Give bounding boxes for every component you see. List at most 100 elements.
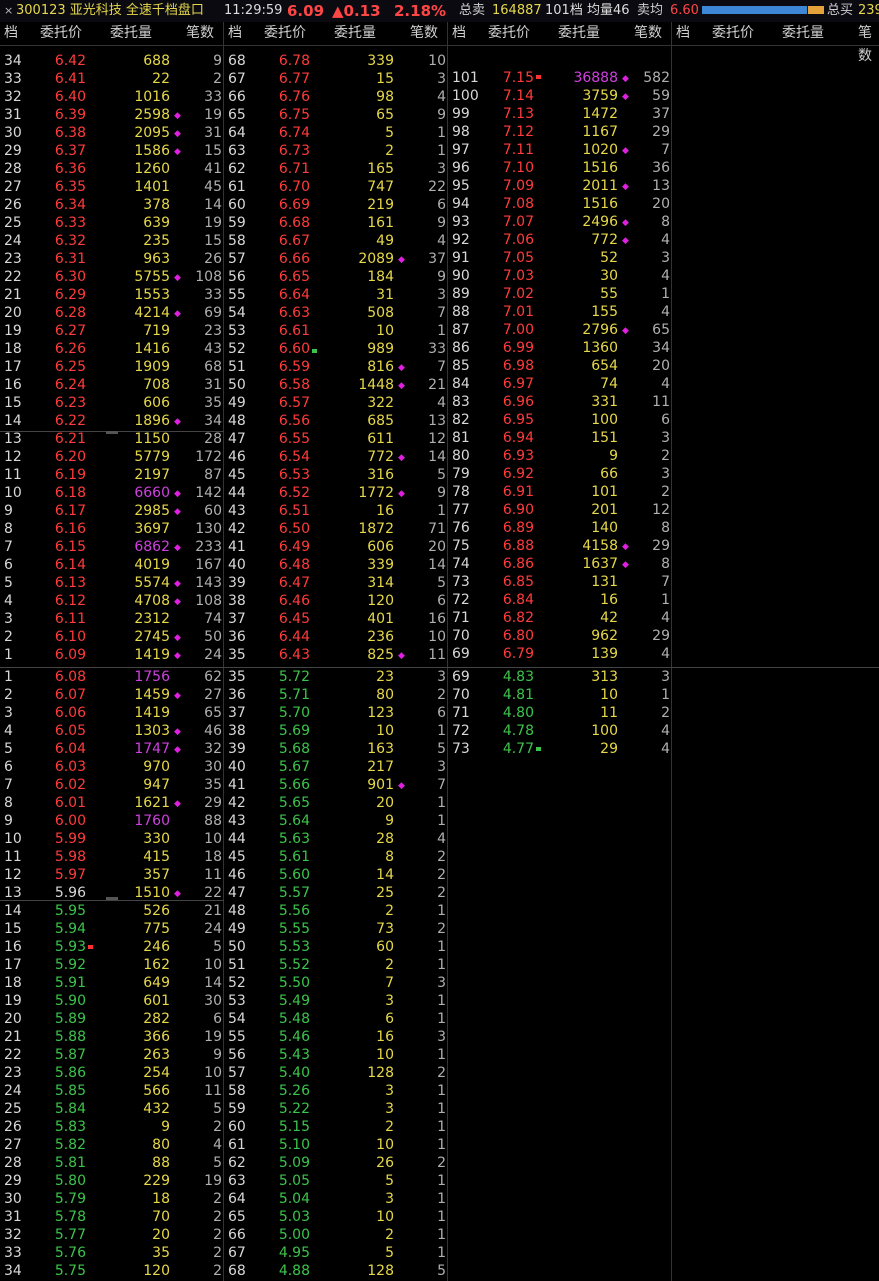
ask-row[interactable]: 33 6.41 22 2 [0,70,224,88]
bid-row[interactable]: 57 5.40 128 2 [224,1064,448,1082]
ask-row[interactable]: 35 6.43 825 11 ◆ [224,646,448,664]
bid-row[interactable]: 47 5.57 25 2 [224,884,448,902]
header-price[interactable]: 委托价 [712,22,754,45]
bid-row[interactable]: 48 5.56 2 1 [224,902,448,920]
bid-row[interactable]: 36 5.71 80 2 [224,686,448,704]
bid-row[interactable]: 33 5.76 35 2 [0,1244,224,1262]
ask-row[interactable]: 76 6.89 140 8 [448,519,672,537]
ask-row[interactable]: 54 6.63 508 7 [224,304,448,322]
ask-row[interactable]: 9 6.17 2985 60 ◆ [0,502,224,520]
ask-row[interactable]: 21 6.29 1553 33 [0,286,224,304]
ask-row[interactable]: 20 6.28 4214 69 ◆ [0,304,224,322]
bid-row[interactable]: 27 5.82 80 4 [0,1136,224,1154]
ask-row[interactable]: 46 6.54 772 14 ◆ [224,448,448,466]
ask-row[interactable]: 34 6.42 688 9 [0,52,224,70]
bid-row[interactable]: 11 5.98 415 18 [0,848,224,866]
ask-row[interactable]: 100 7.14 3759 59 ◆ [448,87,672,105]
bid-row[interactable]: 15 5.94 775 24 [0,920,224,938]
ask-row[interactable]: 101 7.15 36888 582 ◆ [448,69,672,87]
ask-row[interactable]: 92 7.06 772 4 ◆ [448,231,672,249]
ask-row[interactable]: 62 6.71 165 3 [224,160,448,178]
bid-row[interactable]: 2 6.07 1459 27 ◆ [0,686,224,704]
ask-row[interactable]: 63 6.73 2 1 [224,142,448,160]
bid-row[interactable]: 35 5.72 23 3 [224,668,448,686]
bid-row[interactable]: 14 5.95 526 21 [0,902,224,920]
bid-row[interactable]: 54 5.48 6 1 [224,1010,448,1028]
ask-row[interactable]: 31 6.39 2598 19 ◆ [0,106,224,124]
ask-row[interactable]: 45 6.53 316 5 [224,466,448,484]
header-cnt[interactable]: 笔数 [410,22,438,45]
ask-row[interactable]: 93 7.07 2496 8 ◆ [448,213,672,231]
ask-row[interactable]: 99 7.13 1472 37 [448,105,672,123]
ask-row[interactable]: 44 6.52 1772 9 ◆ [224,484,448,502]
bid-row[interactable]: 40 5.67 217 3 [224,758,448,776]
ask-row[interactable]: 53 6.61 10 1 [224,322,448,340]
ask-row[interactable]: 7 6.15 6862 233 ◆ [0,538,224,556]
bid-row[interactable]: 67 4.95 5 1 [224,1244,448,1262]
header-vol[interactable]: 委托量 [782,22,824,45]
ask-row[interactable]: 77 6.90 201 12 [448,501,672,519]
bid-row[interactable]: 63 5.05 5 1 [224,1172,448,1190]
ask-row[interactable]: 41 6.49 606 20 [224,538,448,556]
header-lvl[interactable]: 档 [228,22,242,45]
bid-row[interactable]: 72 4.78 100 4 [448,722,672,740]
bid-row[interactable]: 73 4.77 29 4 [448,740,672,758]
bid-row[interactable]: 70 4.81 10 1 [448,686,672,704]
bid-row[interactable]: 8 6.01 1621 29 ◆ [0,794,224,812]
ask-row[interactable]: 43 6.51 16 1 [224,502,448,520]
ask-row[interactable]: 78 6.91 101 2 [448,483,672,501]
ask-row[interactable]: 19 6.27 719 23 [0,322,224,340]
bid-row[interactable]: 30 5.79 18 2 [0,1190,224,1208]
ask-row[interactable]: 60 6.69 219 6 [224,196,448,214]
ask-row[interactable]: 1 6.09 1419 24 ◆ [0,646,224,664]
ask-row[interactable]: 16 6.24 708 31 [0,376,224,394]
ask-row[interactable]: 39 6.47 314 5 [224,574,448,592]
bid-row[interactable]: 66 5.00 2 1 [224,1226,448,1244]
bid-row[interactable]: 4 6.05 1303 46 ◆ [0,722,224,740]
ask-row[interactable]: 98 7.12 1167 29 [448,123,672,141]
bid-row[interactable]: 5 6.04 1747 32 ◆ [0,740,224,758]
bid-row[interactable]: 25 5.84 432 5 [0,1100,224,1118]
bid-row[interactable]: 32 5.77 20 2 [0,1226,224,1244]
ask-row[interactable]: 69 6.79 139 4 [448,645,672,663]
bid-row[interactable]: 16 5.93 246 5 [0,938,224,956]
ask-row[interactable]: 23 6.31 963 26 [0,250,224,268]
bid-row[interactable]: 68 4.88 128 5 [224,1262,448,1280]
bid-row[interactable]: 21 5.88 366 19 [0,1028,224,1046]
close-icon[interactable]: × [4,0,13,22]
ask-row[interactable]: 28 6.36 1260 41 [0,160,224,178]
ask-row[interactable]: 95 7.09 2011 13 ◆ [448,177,672,195]
ask-row[interactable]: 83 6.96 331 11 [448,393,672,411]
ask-row[interactable]: 37 6.45 401 16 [224,610,448,628]
bid-row[interactable]: 1 6.08 1756 62 [0,668,224,686]
bid-row[interactable]: 31 5.78 70 2 [0,1208,224,1226]
ask-row[interactable]: 27 6.35 1401 45 [0,178,224,196]
ask-row[interactable]: 2 6.10 2745 50 ◆ [0,628,224,646]
ask-row[interactable]: 96 7.10 1516 36 [448,159,672,177]
bid-row[interactable]: 22 5.87 263 9 [0,1046,224,1064]
ask-row[interactable]: 47 6.55 611 12 [224,430,448,448]
ask-row[interactable]: 18 6.26 1416 43 [0,340,224,358]
ask-row[interactable]: 40 6.48 339 14 [224,556,448,574]
ask-row[interactable]: 73 6.85 131 7 [448,573,672,591]
divider-handle[interactable] [106,897,118,900]
ask-row[interactable]: 49 6.57 322 4 [224,394,448,412]
ask-row[interactable]: 97 7.11 1020 7 ◆ [448,141,672,159]
ask-row[interactable]: 12 6.20 5779 172 [0,448,224,466]
bid-row[interactable]: 24 5.85 566 11 [0,1082,224,1100]
bid-row[interactable]: 52 5.50 7 3 [224,974,448,992]
ask-row[interactable]: 85 6.98 654 20 [448,357,672,375]
bid-row[interactable]: 64 5.04 3 1 [224,1190,448,1208]
header-cnt[interactable]: 笔数 [858,22,879,68]
ask-row[interactable]: 57 6.66 2089 37 ◆ [224,250,448,268]
bid-row[interactable]: 56 5.43 10 1 [224,1046,448,1064]
bid-row[interactable]: 55 5.46 16 3 [224,1028,448,1046]
ask-row[interactable]: 90 7.03 30 4 [448,267,672,285]
ask-row[interactable]: 38 6.46 120 6 [224,592,448,610]
bid-row[interactable]: 23 5.86 254 10 [0,1064,224,1082]
bid-row[interactable]: 6 6.03 970 30 [0,758,224,776]
bid-row[interactable]: 12 5.97 357 11 [0,866,224,884]
ask-row[interactable]: 51 6.59 816 7 ◆ [224,358,448,376]
ask-row[interactable]: 14 6.22 1896 34 ◆ [0,412,224,430]
ask-row[interactable]: 87 7.00 2796 65 ◆ [448,321,672,339]
